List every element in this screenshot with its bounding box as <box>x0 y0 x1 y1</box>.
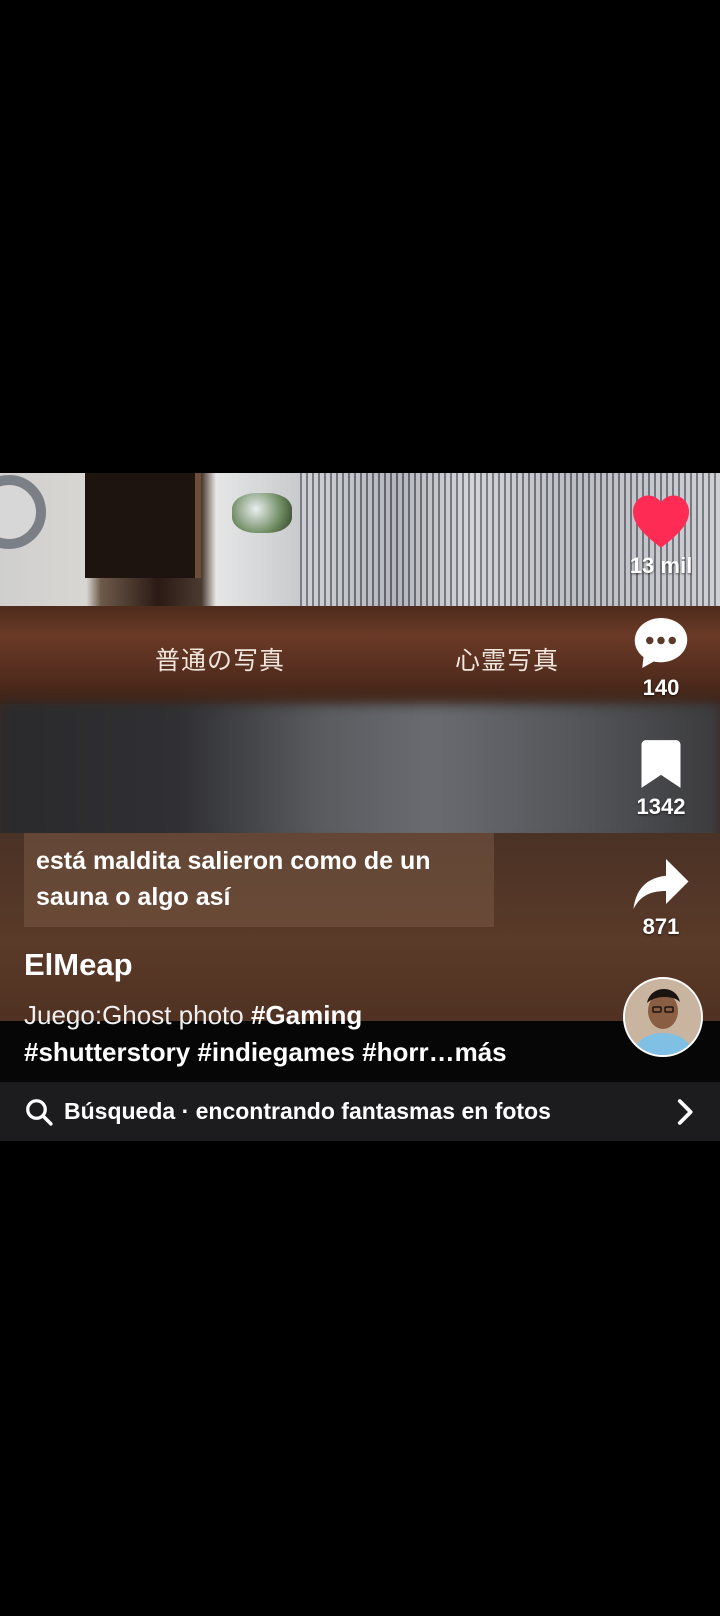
comment-icon <box>634 618 688 668</box>
video-photo-mirror <box>85 473 201 578</box>
save-count: 1342 <box>636 794 686 819</box>
share-button[interactable]: 871 <box>611 856 711 940</box>
caption-line-2: sauna o algo así <box>36 883 231 911</box>
related-search-bar[interactable]: Búsqueda · encontrando fantasmas en foto… <box>0 1082 720 1141</box>
caption-line-1: está maldita salieron como de un <box>36 847 431 875</box>
video-caption-overlay: está maldita salieron como de un sauna o… <box>24 833 494 927</box>
hashtag-gaming[interactable]: #Gaming <box>251 1000 362 1030</box>
video-photo-plant <box>232 493 292 533</box>
like-count: 13 mil <box>629 553 693 578</box>
heart-icon <box>633 495 689 548</box>
hashtag-list[interactable]: #shutterstory #indiegames #horr… <box>24 1037 455 1067</box>
share-count: 871 <box>642 914 680 939</box>
save-button[interactable]: 1342 <box>611 738 711 820</box>
creator-username[interactable]: ElMeap <box>24 947 133 983</box>
screen: 普通の写真 心霊写真 está maldita salieron como de… <box>0 0 720 1616</box>
chevron-right-icon <box>677 1099 693 1125</box>
search-suggestion-text: Búsqueda · encontrando fantasmas en foto… <box>64 1098 551 1124</box>
comment-count: 140 <box>642 675 680 700</box>
game-label: Juego:Ghost photo <box>24 1000 251 1030</box>
more-button[interactable]: más <box>455 1037 507 1067</box>
share-icon <box>633 859 689 909</box>
video-label-normal-photo: 普通の写真 <box>155 646 286 675</box>
like-button[interactable]: 13 mil <box>611 493 711 579</box>
comment-button[interactable]: 140 <box>611 613 711 701</box>
post-description: Juego:Ghost photo #Gaming #shutterstory … <box>24 997 604 1071</box>
bookmark-icon <box>641 740 681 788</box>
video-label-ghost-photo: 心霊写真 <box>455 646 560 675</box>
post-description-line-2: #shutterstory #indiegames #horr…más <box>24 1034 604 1071</box>
avatar-portrait <box>625 979 701 1055</box>
post-description-line-1: Juego:Ghost photo #Gaming <box>24 997 604 1034</box>
search-icon <box>26 1098 53 1126</box>
creator-avatar[interactable] <box>623 977 703 1057</box>
